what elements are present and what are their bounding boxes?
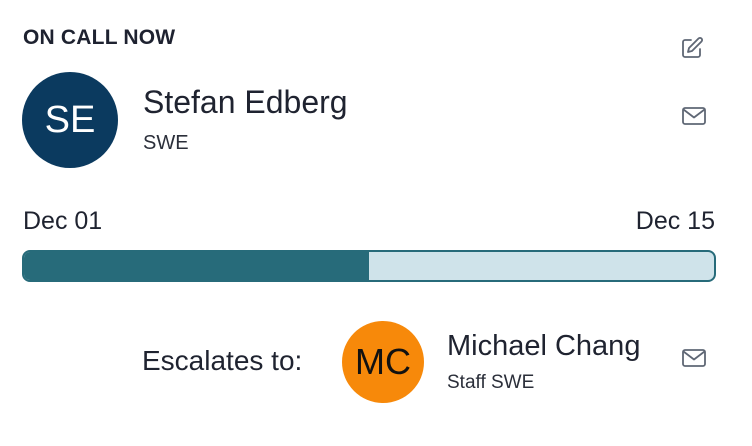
escalation-title: Staff SWE bbox=[447, 372, 535, 393]
primary-avatar: SE bbox=[22, 72, 118, 168]
primary-avatar-initials: SE bbox=[44, 98, 96, 141]
edit-button[interactable] bbox=[678, 34, 706, 62]
schedule-progress-bar bbox=[22, 250, 716, 282]
on-call-heading: ON CALL NOW bbox=[23, 26, 176, 49]
mail-icon bbox=[682, 349, 706, 367]
on-call-card: ON CALL NOW SE Stefan Edberg SWE Dec 01 … bbox=[0, 0, 752, 446]
schedule-start-date: Dec 01 bbox=[23, 207, 103, 235]
mail-icon bbox=[682, 107, 706, 125]
email-escalation-button[interactable] bbox=[680, 344, 708, 372]
schedule-end-date: Dec 15 bbox=[635, 207, 715, 235]
schedule-progress-fill bbox=[24, 252, 369, 280]
primary-name: Stefan Edberg bbox=[143, 84, 348, 120]
escalation-name: Michael Chang bbox=[447, 330, 641, 362]
edit-icon bbox=[682, 37, 703, 58]
escalation-avatar: MC bbox=[342, 321, 424, 403]
escalates-to-label: Escalates to: bbox=[142, 345, 303, 376]
primary-title: SWE bbox=[143, 132, 189, 154]
escalation-avatar-initials: MC bbox=[355, 341, 411, 382]
email-primary-button[interactable] bbox=[680, 102, 708, 130]
